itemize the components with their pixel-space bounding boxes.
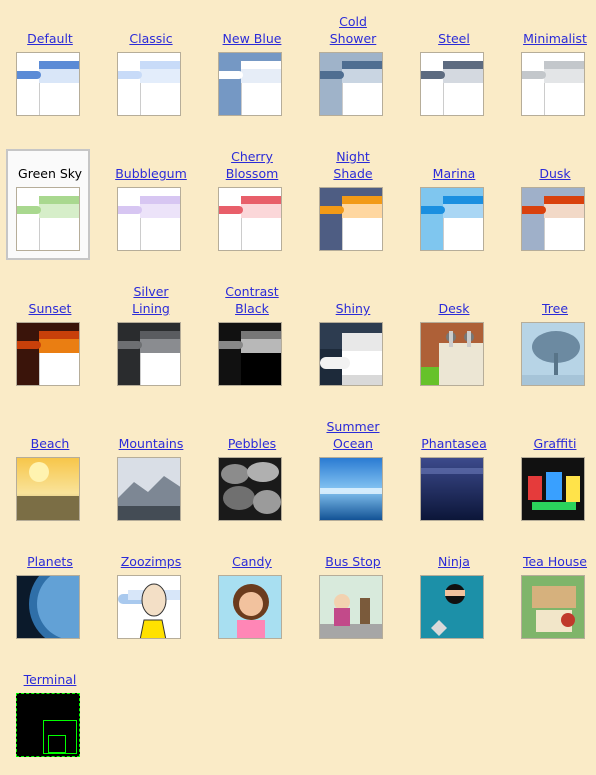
theme-thumbnail[interactable] bbox=[319, 575, 383, 639]
theme-tile[interactable]: Terminal bbox=[0, 0, 100, 775]
theme-tile[interactable]: Tea House bbox=[505, 0, 596, 775]
theme-thumbnail[interactable] bbox=[420, 575, 484, 639]
theme-tile[interactable]: Bus Stop bbox=[303, 0, 403, 775]
theme-tile[interactable]: Candy bbox=[202, 0, 302, 775]
theme-thumbnail[interactable] bbox=[521, 575, 585, 639]
theme-label[interactable]: Zoozimps bbox=[101, 553, 201, 570]
theme-preview-image bbox=[219, 576, 281, 638]
theme-label[interactable]: Candy bbox=[202, 553, 302, 570]
theme-preview-image bbox=[320, 576, 382, 638]
terminal-preview bbox=[16, 693, 80, 757]
theme-thumbnail[interactable] bbox=[218, 575, 282, 639]
theme-thumbnail[interactable] bbox=[117, 575, 181, 639]
theme-preview-image bbox=[421, 576, 483, 638]
theme-tile[interactable]: Ninja bbox=[404, 0, 504, 775]
theme-label[interactable]: Bus Stop bbox=[303, 553, 403, 570]
theme-label[interactable]: Tea House bbox=[505, 553, 596, 570]
theme-thumbnail[interactable] bbox=[16, 693, 80, 757]
theme-preview-image bbox=[118, 576, 180, 638]
terminal-window-inner bbox=[48, 735, 66, 753]
theme-tile[interactable]: Zoozimps bbox=[101, 0, 201, 775]
theme-preview-image bbox=[522, 576, 584, 638]
theme-label[interactable]: Terminal bbox=[0, 671, 100, 688]
theme-label[interactable]: Ninja bbox=[404, 553, 504, 570]
